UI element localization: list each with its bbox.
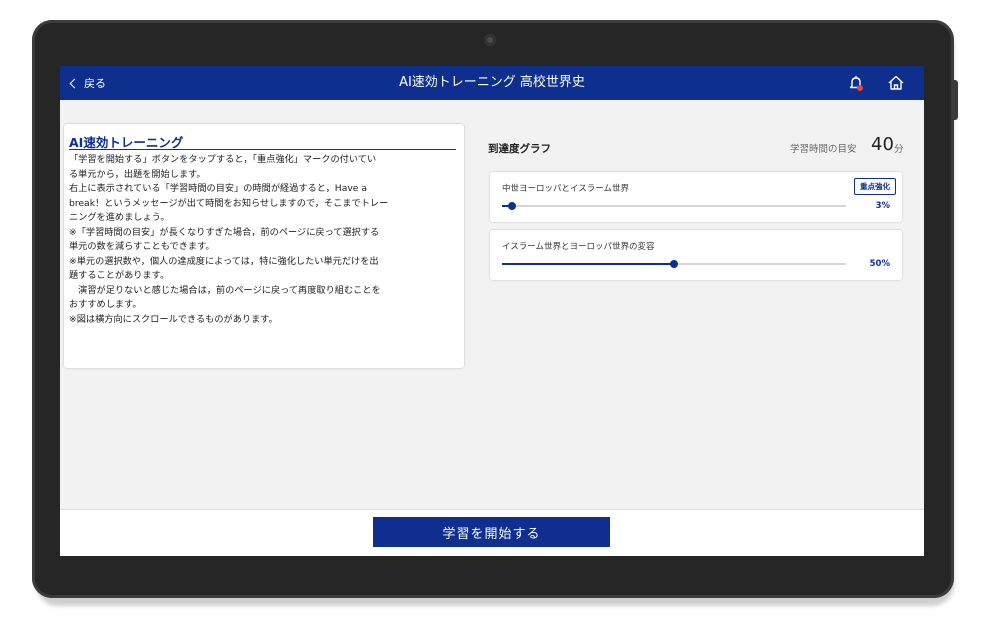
- app-header: 戻る AI速効トレーニング 高校世界史: [60, 66, 924, 100]
- instruction-line: ニングを進めましょう。: [69, 212, 170, 223]
- unit-name: イスラーム世界とヨーロッパ世界の変容: [502, 242, 655, 252]
- page-title: AI速効トレーニング 高校世界史: [399, 75, 585, 90]
- device-side-button: [953, 80, 958, 120]
- progress-track: [502, 260, 846, 268]
- instruction-line: ※単元の選択数や，個人の達成度によっては，特に強化したい単元だけを出: [69, 255, 379, 267]
- study-time-goal-value: 40: [871, 134, 894, 155]
- study-time-goal-label: 学習時間の目安: [790, 144, 857, 155]
- unit-progress-card[interactable]: イスラーム世界とヨーロッパ世界の変容 50%: [490, 230, 902, 280]
- progress-track: [502, 202, 846, 210]
- instruction-line: ※図は横方向にスクロールできるものがあります。: [69, 313, 278, 325]
- app-screen: 戻る AI速効トレーニング 高校世界史 AI速効トレーニング 「学習を開始する」…: [60, 66, 924, 556]
- instructions-body: 「学習を開始する」ボタンをタップすると，「重点強化」マークの付いてい る単元から…: [69, 153, 459, 327]
- instructions-card: AI速効トレーニング 「学習を開始する」ボタンをタップすると，「重点強化」マーク…: [64, 124, 464, 368]
- instruction-line: 右上に表示されている「学習時間の目安」の時間が経過すると，Have a: [69, 183, 367, 194]
- progress-percent: 50%: [869, 259, 890, 269]
- bell-icon[interactable]: [846, 73, 866, 93]
- progress-fill: [502, 263, 674, 265]
- footer-bar: 学習を開始する: [60, 509, 924, 556]
- instruction-line: 「学習を開始する」ボタンをタップすると，「重点強化」マークの付いてい: [69, 154, 377, 165]
- title-underline: [69, 149, 456, 150]
- unit-name: 中世ヨーロッパとイスラーム世界: [502, 184, 629, 194]
- unit-progress-card[interactable]: 中世ヨーロッパとイスラーム世界 重点強化 3%: [490, 172, 902, 222]
- instruction-line: 単元の数を減らすこともできます。: [69, 241, 215, 252]
- instruction-line: 演習が足りないと感じた場合は，前のページに戻って再度取り組むことを: [69, 284, 381, 296]
- progress-knob: [508, 202, 517, 210]
- start-learning-button[interactable]: 学習を開始する: [373, 517, 610, 547]
- focus-badge: 重点強化: [854, 178, 896, 195]
- instruction-line: おすすめします。: [69, 299, 142, 310]
- progress-knob: [670, 260, 678, 268]
- instruction-line: ※「学習時間の目安」が長くなりすぎた場合，前のページに戻って選択する: [69, 226, 380, 238]
- progress-graph-title: 到達度グラフ: [488, 143, 551, 155]
- study-time-goal-unit: 分: [894, 144, 904, 155]
- progress-percent: 3%: [875, 201, 890, 211]
- home-icon[interactable]: [886, 73, 906, 93]
- instruction-line: 題することがあります。: [69, 270, 170, 281]
- camera-icon: [484, 34, 496, 46]
- instruction-line: る単元から，出題を開始します。: [69, 168, 206, 180]
- instruction-line: break！というメッセージが出て時間をお知らせしますので，そこまでトレー: [69, 197, 389, 209]
